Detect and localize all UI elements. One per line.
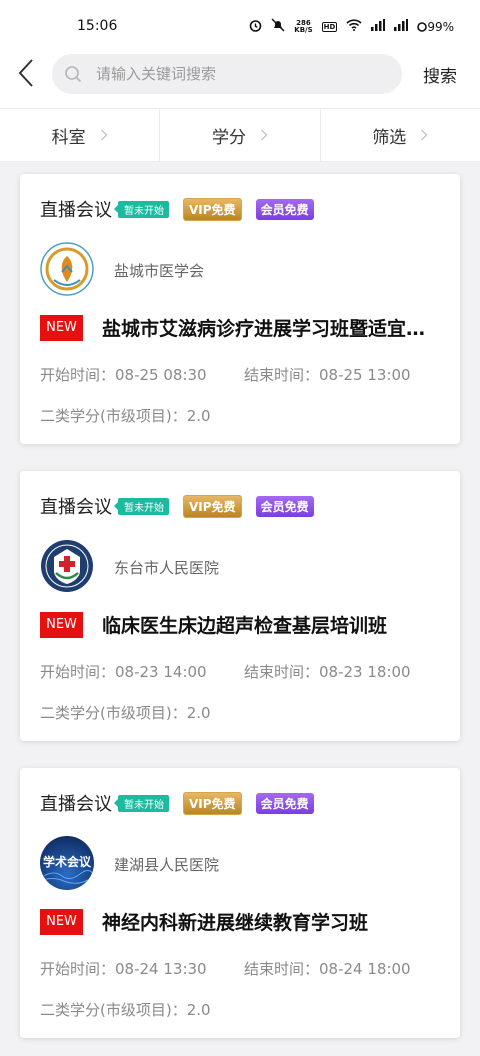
card-header: 直播会议 暂未开始 VIP免费 会员免费 [40, 790, 314, 816]
filter-department[interactable]: 科室 [0, 109, 161, 161]
hd-icon: HD [321, 21, 338, 32]
alarm-icon [249, 19, 262, 35]
network-speed-icon: 286 KB/S [294, 19, 313, 34]
meeting-card[interactable]: 直播会议 暂未开始 VIP免费 会员免费 东台市人民医院 NEW 临床医生床边超… [20, 471, 460, 741]
meeting-title: 临床医生床边超声检查基层培训班 [102, 615, 388, 637]
search-icon [65, 66, 82, 83]
filter-screen-label: 筛选 [372, 127, 407, 148]
credit-info: 二类学分(市级项目)：2.0 [40, 1001, 211, 1019]
member-free-badge: 会员免费 [255, 495, 314, 517]
filter-department-label: 科室 [51, 127, 86, 148]
chevron-right-icon [421, 129, 428, 141]
status-badge: 暂未开始 [114, 200, 169, 218]
end-time: 结束时间：08-23 18:00 [244, 663, 411, 681]
status-bar: 15:06 286 KB/S HD 99% [0, 0, 480, 52]
vip-free-badge: VIP免费 [183, 791, 242, 815]
search-input[interactable] [96, 54, 386, 94]
member-free-badge: 会员免费 [255, 198, 314, 220]
filter-screen[interactable]: 筛选 [321, 109, 480, 161]
network-speed-unit: KB/S [294, 25, 313, 34]
search-button[interactable]: 搜索 [423, 62, 457, 87]
meeting-card[interactable]: 直播会议 暂未开始 VIP免费 会员免费 盐城市医学会 NEW 盐城市艾滋病诊疗… [20, 174, 460, 444]
battery-icon: 99% [417, 20, 454, 34]
card-header: 直播会议 暂未开始 VIP免费 会员免费 [40, 493, 314, 519]
meeting-title: 盐城市艾滋病诊疗进展学习班暨适宜技术推广 [102, 318, 444, 340]
meeting-card[interactable]: 直播会议 暂未开始 VIP免费 会员免费 学术会议 建湖县人民医院 NEW 神经… [20, 768, 460, 1038]
organizer-name: 盐城市医学会 [114, 262, 205, 280]
battery-level: 99% [427, 19, 454, 34]
logo-text: 学术会议 [42, 855, 91, 869]
signal-5g-icon [394, 19, 409, 34]
status-badge: 暂未开始 [114, 497, 169, 515]
academic-conference-logo-icon: 学术会议 [40, 836, 94, 890]
end-time: 结束时间：08-24 18:00 [244, 960, 411, 978]
mute-bell-icon [271, 18, 285, 35]
card-header: 直播会议 暂未开始 VIP免费 会员免费 [40, 196, 314, 222]
back-arrow-icon [18, 59, 33, 87]
meeting-type: 直播会议 [40, 200, 112, 221]
start-time: 开始时间：08-24 13:30 [40, 960, 207, 978]
new-badge: NEW [40, 612, 83, 638]
signal-icon [371, 19, 386, 34]
status-time: 15:06 [77, 18, 118, 34]
status-badge: 暂未开始 [114, 794, 169, 812]
organizer-name: 建湖县人民医院 [114, 856, 220, 874]
start-time: 开始时间：08-25 08:30 [40, 366, 207, 384]
status-icons: 286 KB/S HD 99% [249, 18, 454, 35]
yancheng-medical-association-logo-icon [40, 242, 94, 296]
end-time: 结束时间：08-25 13:00 [244, 366, 411, 384]
member-free-badge: 会员免费 [255, 792, 314, 814]
chevron-right-icon [100, 129, 108, 141]
start-time: 开始时间：08-23 14:00 [40, 663, 207, 681]
dongtai-hospital-logo-icon [40, 539, 94, 593]
chevron-right-icon [260, 129, 268, 141]
filter-credit[interactable]: 学分 [160, 109, 321, 161]
filter-credit-label: 学分 [211, 127, 246, 148]
meeting-type: 直播会议 [40, 794, 112, 815]
wifi-icon [346, 19, 362, 34]
meeting-type: 直播会议 [40, 497, 112, 518]
meeting-title: 神经内科新进展继续教育学习班 [102, 912, 369, 934]
back-button[interactable] [14, 58, 40, 88]
organizer-name: 东台市人民医院 [114, 559, 220, 577]
new-badge: NEW [40, 909, 83, 935]
vip-free-badge: VIP免费 [183, 197, 242, 221]
credit-info: 二类学分(市级项目)：2.0 [40, 704, 211, 722]
vip-free-badge: VIP免费 [183, 494, 242, 518]
top-bar: 搜索 [0, 52, 480, 108]
new-badge: NEW [40, 315, 83, 341]
filter-bar: 科室 学分 筛选 [0, 108, 480, 162]
search-box[interactable] [52, 54, 402, 94]
credit-info: 二类学分(市级项目)：2.0 [40, 407, 211, 425]
